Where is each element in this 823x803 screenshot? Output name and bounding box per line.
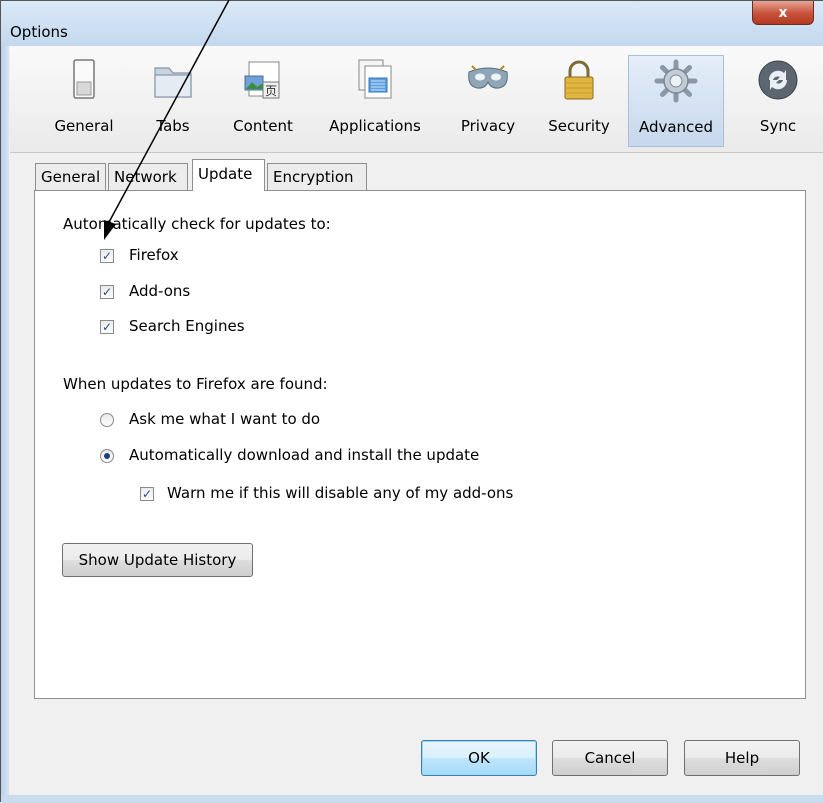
pane-tabs-label: Tabs — [156, 117, 190, 135]
pane-applications-label: Applications — [329, 117, 421, 135]
subtab-update[interactable]: Update — [192, 159, 265, 191]
preference-panes-toolbar: General Tabs 页 Content Applications Priv… — [10, 46, 823, 153]
switch-icon — [73, 59, 95, 99]
cancel-button[interactable]: Cancel — [552, 740, 668, 776]
ask-radio[interactable] — [100, 413, 114, 427]
subtab-general[interactable]: General — [35, 163, 106, 191]
pane-privacy-label: Privacy — [460, 117, 516, 135]
pane-privacy[interactable]: Privacy — [453, 55, 523, 147]
subtab-network[interactable]: Network — [108, 163, 188, 191]
padlock-icon — [564, 60, 594, 100]
pane-sync[interactable]: Sync — [744, 55, 812, 147]
mask-icon — [468, 65, 508, 89]
warn-addons-checkbox-label[interactable]: Warn me if this will disable any of my a… — [167, 484, 513, 502]
close-button[interactable]: x — [752, 1, 814, 25]
firefox-checkbox[interactable]: ✓ — [100, 249, 114, 263]
pane-general-label: General — [54, 117, 114, 135]
window-frame-left — [1, 46, 9, 803]
pane-security[interactable]: Security — [540, 55, 618, 147]
updates-found-heading: When updates to Firefox are found: — [63, 375, 328, 393]
gear-icon — [654, 59, 698, 103]
pane-content-label: Content — [233, 117, 293, 135]
svg-text:页: 页 — [265, 84, 277, 98]
window-title: Options — [10, 23, 68, 41]
radio-selected-dot — [104, 453, 110, 459]
options-window: Options x General Tabs 页 Content Applica… — [0, 0, 823, 803]
ask-radio-label[interactable]: Ask me what I want to do — [129, 410, 320, 428]
pane-security-label: Security — [548, 117, 610, 135]
subtab-encryption[interactable]: Encryption — [267, 163, 367, 191]
content-icon: 页 — [244, 61, 280, 99]
help-button[interactable]: Help — [684, 740, 800, 776]
folder-icon — [154, 67, 192, 98]
ok-button[interactable]: OK — [421, 740, 537, 776]
pane-general[interactable]: General — [49, 55, 119, 147]
pane-advanced[interactable]: Advanced — [628, 55, 724, 147]
applications-icon — [358, 59, 392, 99]
pane-sync-label: Sync — [759, 117, 797, 135]
title-bar: Options x — [1, 1, 823, 46]
pane-applications[interactable]: Applications — [320, 55, 430, 147]
show-update-history-button[interactable]: Show Update History — [62, 543, 253, 577]
addons-checkbox-label[interactable]: Add-ons — [129, 282, 190, 300]
pane-tabs[interactable]: Tabs — [143, 55, 203, 147]
auto-install-radio[interactable] — [100, 449, 114, 463]
search-engines-checkbox-label[interactable]: Search Engines — [129, 317, 245, 335]
pane-content[interactable]: 页 Content — [225, 55, 301, 147]
warn-addons-checkbox[interactable]: ✓ — [140, 487, 154, 501]
update-panel — [34, 190, 806, 699]
check-updates-heading: Automatically check for updates to: — [63, 215, 331, 233]
pane-advanced-label: Advanced — [638, 118, 714, 136]
addons-checkbox[interactable]: ✓ — [100, 285, 114, 299]
search-engines-checkbox[interactable]: ✓ — [100, 320, 114, 334]
auto-install-radio-label[interactable]: Automatically download and install the u… — [129, 446, 479, 464]
sync-icon — [758, 60, 798, 100]
firefox-checkbox-label[interactable]: Firefox — [129, 246, 179, 264]
